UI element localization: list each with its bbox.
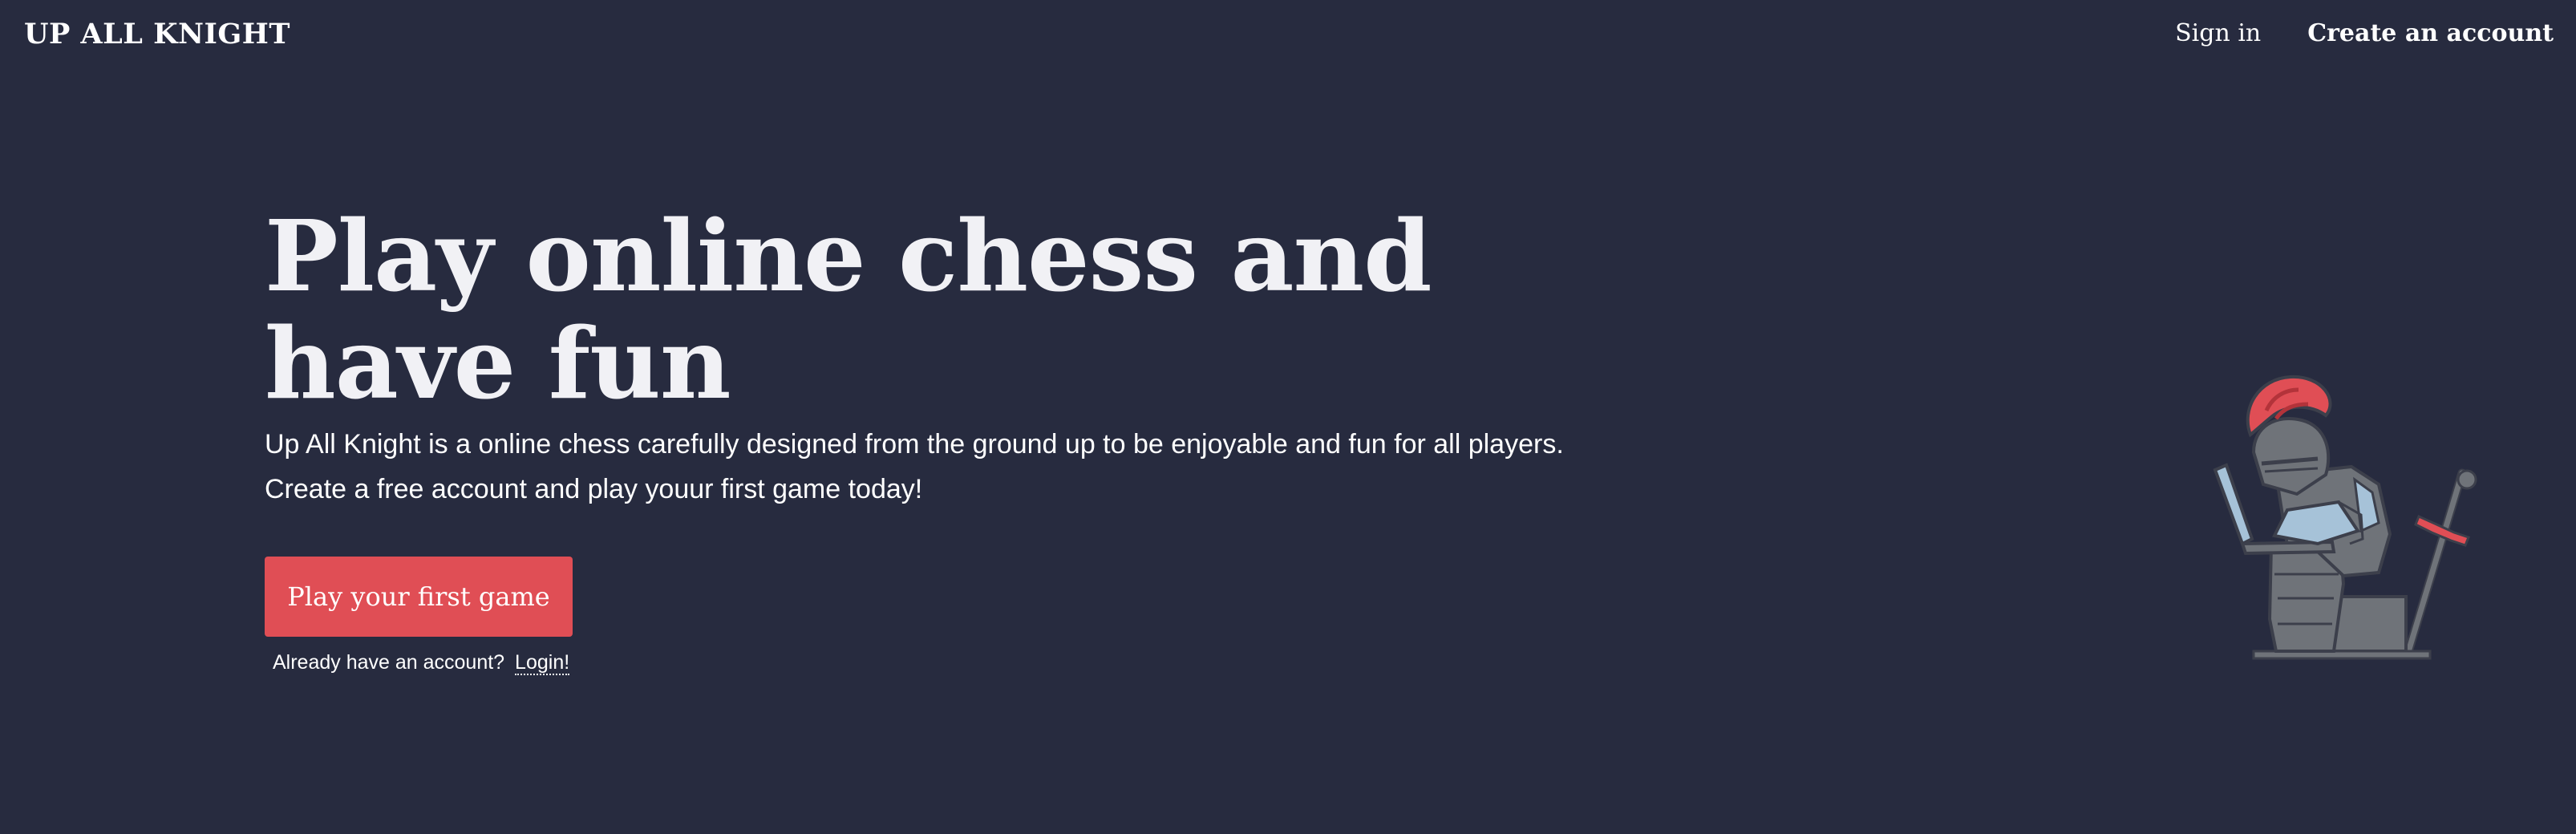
login-prompt-line: Already have an account? Login! bbox=[273, 651, 1612, 675]
hero-section: Play online chess and have fun Up All Kn… bbox=[265, 198, 1612, 675]
sign-in-link[interactable]: Sign in bbox=[2175, 19, 2261, 47]
hero-title: Play online chess and have fun bbox=[265, 198, 1432, 421]
login-prompt-text: Already have an account? bbox=[273, 651, 505, 674]
create-account-link[interactable]: Create an account bbox=[2307, 19, 2554, 47]
knight-illustration-icon bbox=[2197, 374, 2502, 670]
brand-logo[interactable]: UP ALL KNIGHT bbox=[24, 18, 290, 51]
play-first-game-button[interactable]: Play your first game bbox=[265, 557, 573, 637]
hero-description: Up All Knight is a online chess carefull… bbox=[265, 429, 1564, 504]
login-link[interactable]: Login! bbox=[515, 651, 570, 675]
top-nav: Sign in Create an account bbox=[2175, 19, 2554, 47]
